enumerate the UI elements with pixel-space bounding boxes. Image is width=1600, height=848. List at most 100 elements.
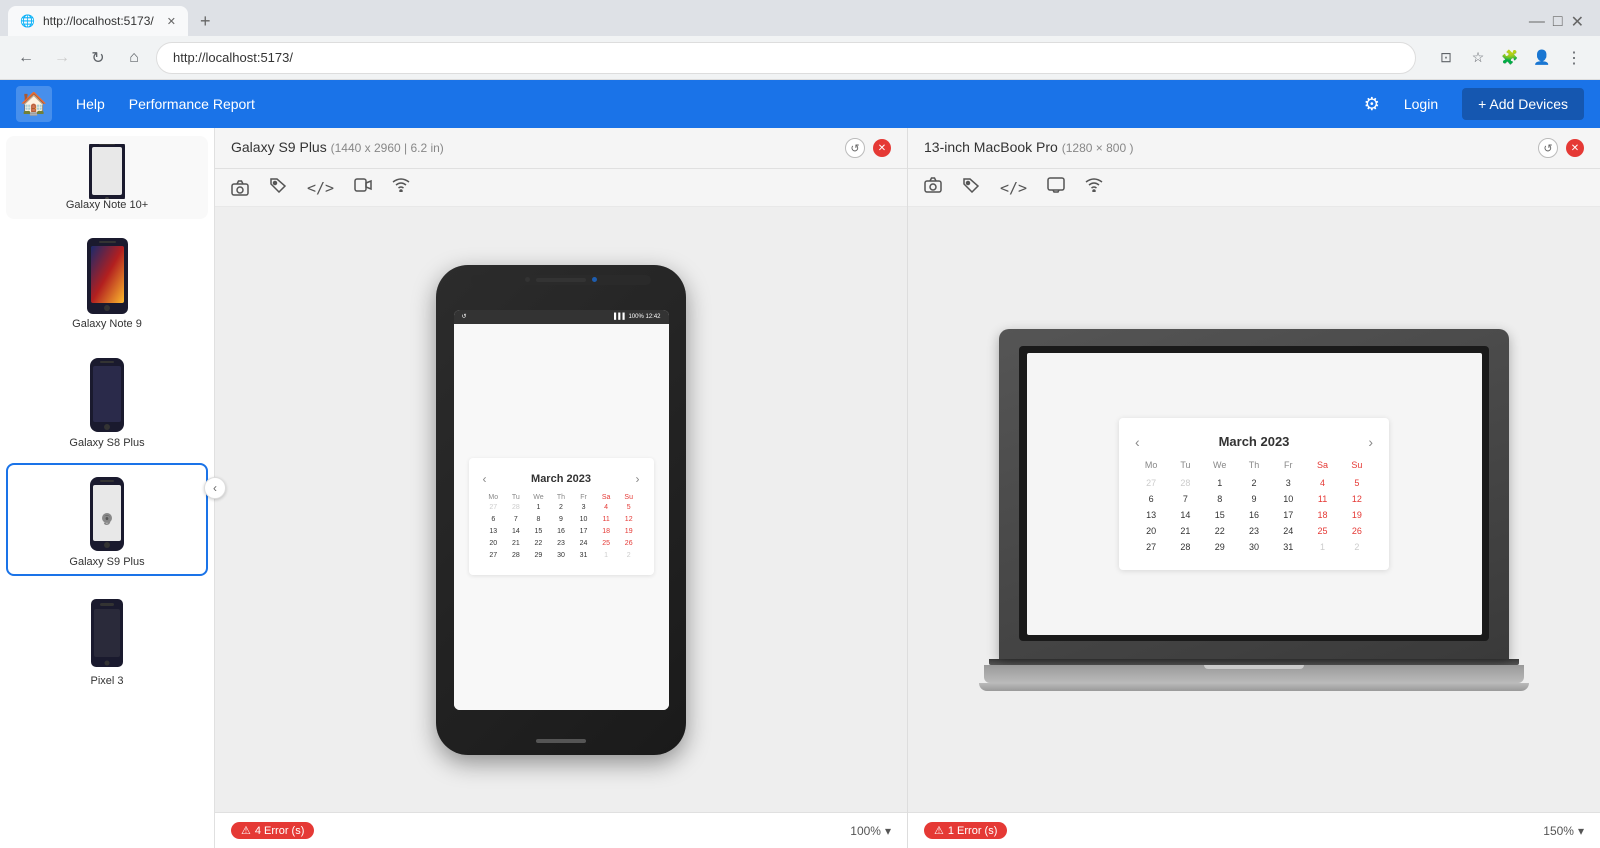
login-button[interactable]: Login xyxy=(1404,96,1438,112)
tool-monitor-mac[interactable] xyxy=(1047,177,1065,198)
device-name: Galaxy S9 Plus xyxy=(69,556,144,568)
phone-mockup-s9: ↺ ▌▌▌ 100% 12:42 ‹ March 2023 xyxy=(436,265,686,755)
tool-camera[interactable] xyxy=(231,180,249,196)
zoom-chevron-s9: ▾ xyxy=(885,824,891,838)
nav-bar: ← → ↻ ⌂ http://localhost:5173/ ⊡ ☆ 🧩 👤 ⋮ xyxy=(0,36,1600,80)
zoom-control-s9[interactable]: 100% ▾ xyxy=(850,824,891,838)
panel-title-s9: Galaxy S9 Plus (1440 x 2960 | 6.2 in) xyxy=(231,139,444,157)
error-count-s9: 4 Error (s) xyxy=(255,825,305,837)
device-name: Pixel 3 xyxy=(90,675,123,687)
browser-tab[interactable]: 🌐 http://localhost:5173/ ✕ xyxy=(8,6,188,36)
panel-macbook-pro: 13-inch MacBook Pro (1280 × 800 ) ↺ ✕ xyxy=(908,128,1600,848)
status-bar-s9: ⚠ 4 Error (s) 100% ▾ xyxy=(215,812,907,848)
panel-title-mac: 13-inch MacBook Pro (1280 × 800 ) xyxy=(924,139,1133,157)
device-thumb: 9 xyxy=(80,471,135,556)
tab-title: http://localhost:5173/ xyxy=(43,14,159,28)
sidebar-item-galaxy-s8-plus[interactable]: Galaxy S8 Plus xyxy=(6,344,208,457)
tool-wifi-mac[interactable] xyxy=(1085,178,1103,197)
app-header: 🏠 Help Performance Report ⚙ Login + Add … xyxy=(0,80,1600,128)
zoom-chevron-mac: ▾ xyxy=(1578,824,1584,838)
new-tab-button[interactable]: + xyxy=(192,7,219,36)
tool-tag[interactable] xyxy=(269,177,287,198)
device-name: Galaxy Note 9 xyxy=(72,318,142,330)
preview-s9: ↺ ▌▌▌ 100% 12:42 ‹ March 2023 xyxy=(215,207,907,812)
back-button[interactable]: ← xyxy=(12,44,40,72)
cal-next-s9[interactable]: › xyxy=(636,472,640,486)
error-icon-mac: ⚠ xyxy=(934,824,944,837)
nav-help-link[interactable]: Help xyxy=(76,96,105,112)
tool-camera-mac[interactable] xyxy=(924,177,942,198)
app-logo[interactable]: 🏠 xyxy=(16,86,52,122)
tab-favicon: 🌐 xyxy=(20,14,35,28)
app-container: 🏠 Help Performance Report ⚙ Login + Add … xyxy=(0,80,1600,848)
cast-icon[interactable]: ⊡ xyxy=(1432,44,1460,72)
browser-chrome: 🌐 http://localhost:5173/ ✕ + — □ ✕ ← → ↻… xyxy=(0,0,1600,80)
refresh-button[interactable]: ↻ xyxy=(84,44,112,72)
close-button-s9[interactable]: ✕ xyxy=(873,139,891,157)
home-button[interactable]: ⌂ xyxy=(120,44,148,72)
device-thumb xyxy=(80,352,135,437)
rotate-button-s9[interactable]: ↺ xyxy=(845,138,865,158)
panel-controls-mac: ↺ ✕ xyxy=(1538,138,1584,158)
url-text: http://localhost:5173/ xyxy=(173,50,293,65)
close-window-icon[interactable]: ✕ xyxy=(1571,12,1584,32)
cal-next-mac[interactable]: › xyxy=(1368,434,1373,450)
sidebar: Galaxy Note 10+ xyxy=(0,128,215,848)
tool-code-mac[interactable]: </> xyxy=(1000,179,1027,197)
status-bar-mac: ⚠ 1 Error (s) 150% ▾ xyxy=(908,812,1600,848)
zoom-value-mac: 150% xyxy=(1543,824,1574,838)
address-bar[interactable]: http://localhost:5173/ xyxy=(156,42,1416,74)
content-area: Galaxy Note 10+ xyxy=(0,128,1600,848)
toolbar-mac: </> xyxy=(908,169,1600,207)
rotate-button-mac[interactable]: ↺ xyxy=(1538,138,1558,158)
panel-header-mac: 13-inch MacBook Pro (1280 × 800 ) ↺ ✕ xyxy=(908,128,1600,169)
tool-tag-mac[interactable] xyxy=(962,177,980,198)
close-button-mac[interactable]: ✕ xyxy=(1566,139,1584,157)
toolbar-s9: </> xyxy=(215,169,907,207)
favorites-icon[interactable]: ☆ xyxy=(1464,44,1492,72)
svg-text:9: 9 xyxy=(103,512,111,528)
extension-icon[interactable]: 🧩 xyxy=(1496,44,1524,72)
tool-wifi[interactable] xyxy=(392,178,410,197)
nav-performance-link[interactable]: Performance Report xyxy=(129,96,255,112)
error-icon-s9: ⚠ xyxy=(241,824,251,837)
device-thumb xyxy=(80,233,135,318)
profile-icon[interactable]: 👤 xyxy=(1528,44,1556,72)
tab-bar: 🌐 http://localhost:5173/ ✕ + — □ ✕ xyxy=(0,0,1600,36)
device-specs-text: (1440 x 2960 | 6.2 in) xyxy=(331,141,444,155)
preview-mac: ‹ March 2023 › Mo Tu We Th xyxy=(908,207,1600,812)
error-count-mac: 1 Error (s) xyxy=(948,825,998,837)
zoom-value-s9: 100% xyxy=(850,824,881,838)
sidebar-item-galaxy-note-9[interactable]: Galaxy Note 9 xyxy=(6,225,208,338)
panel-header-s9: Galaxy S9 Plus (1440 x 2960 | 6.2 in) ↺ … xyxy=(215,128,907,169)
device-name: Galaxy Note 10+ xyxy=(66,199,148,211)
maximize-icon[interactable]: □ xyxy=(1553,13,1563,31)
sidebar-item-galaxy-note-10-plus[interactable]: Galaxy Note 10+ xyxy=(6,136,208,219)
minimize-icon[interactable]: — xyxy=(1529,13,1545,31)
error-badge-s9[interactable]: ⚠ 4 Error (s) xyxy=(231,822,314,839)
tool-video[interactable] xyxy=(354,178,372,197)
device-specs-mac-text: (1280 × 800 ) xyxy=(1062,141,1134,155)
device-panels-container: Galaxy S9 Plus (1440 x 2960 | 6.2 in) ↺ … xyxy=(215,128,1600,848)
menu-icon[interactable]: ⋮ xyxy=(1560,44,1588,72)
error-badge-mac[interactable]: ⚠ 1 Error (s) xyxy=(924,822,1007,839)
add-devices-button[interactable]: + Add Devices xyxy=(1462,88,1584,120)
settings-button[interactable]: ⚙ xyxy=(1364,94,1380,115)
device-title-text: Galaxy S9 Plus xyxy=(231,139,331,155)
cal-prev-mac[interactable]: ‹ xyxy=(1135,434,1140,450)
panel-controls-s9: ↺ ✕ xyxy=(845,138,891,158)
tab-close-icon[interactable]: ✕ xyxy=(167,15,176,28)
zoom-control-mac[interactable]: 150% ▾ xyxy=(1543,824,1584,838)
sidebar-item-pixel-3[interactable]: Pixel 3 xyxy=(6,582,208,695)
macbook-mockup: ‹ March 2023 › Mo Tu We Th xyxy=(979,329,1529,691)
tool-code[interactable]: </> xyxy=(307,179,334,197)
sidebar-collapse-button[interactable]: ‹ xyxy=(204,477,226,499)
panel-galaxy-s9-plus: Galaxy S9 Plus (1440 x 2960 | 6.2 in) ↺ … xyxy=(215,128,908,848)
sidebar-item-galaxy-s9-plus[interactable]: 9 Galaxy S9 Plus xyxy=(6,463,208,576)
device-thumb xyxy=(80,144,135,199)
device-name: Galaxy S8 Plus xyxy=(69,437,144,449)
forward-button[interactable]: → xyxy=(48,44,76,72)
device-thumb xyxy=(80,590,135,675)
cal-prev-s9[interactable]: ‹ xyxy=(483,472,487,486)
device-title-mac-text: 13-inch MacBook Pro xyxy=(924,139,1062,155)
